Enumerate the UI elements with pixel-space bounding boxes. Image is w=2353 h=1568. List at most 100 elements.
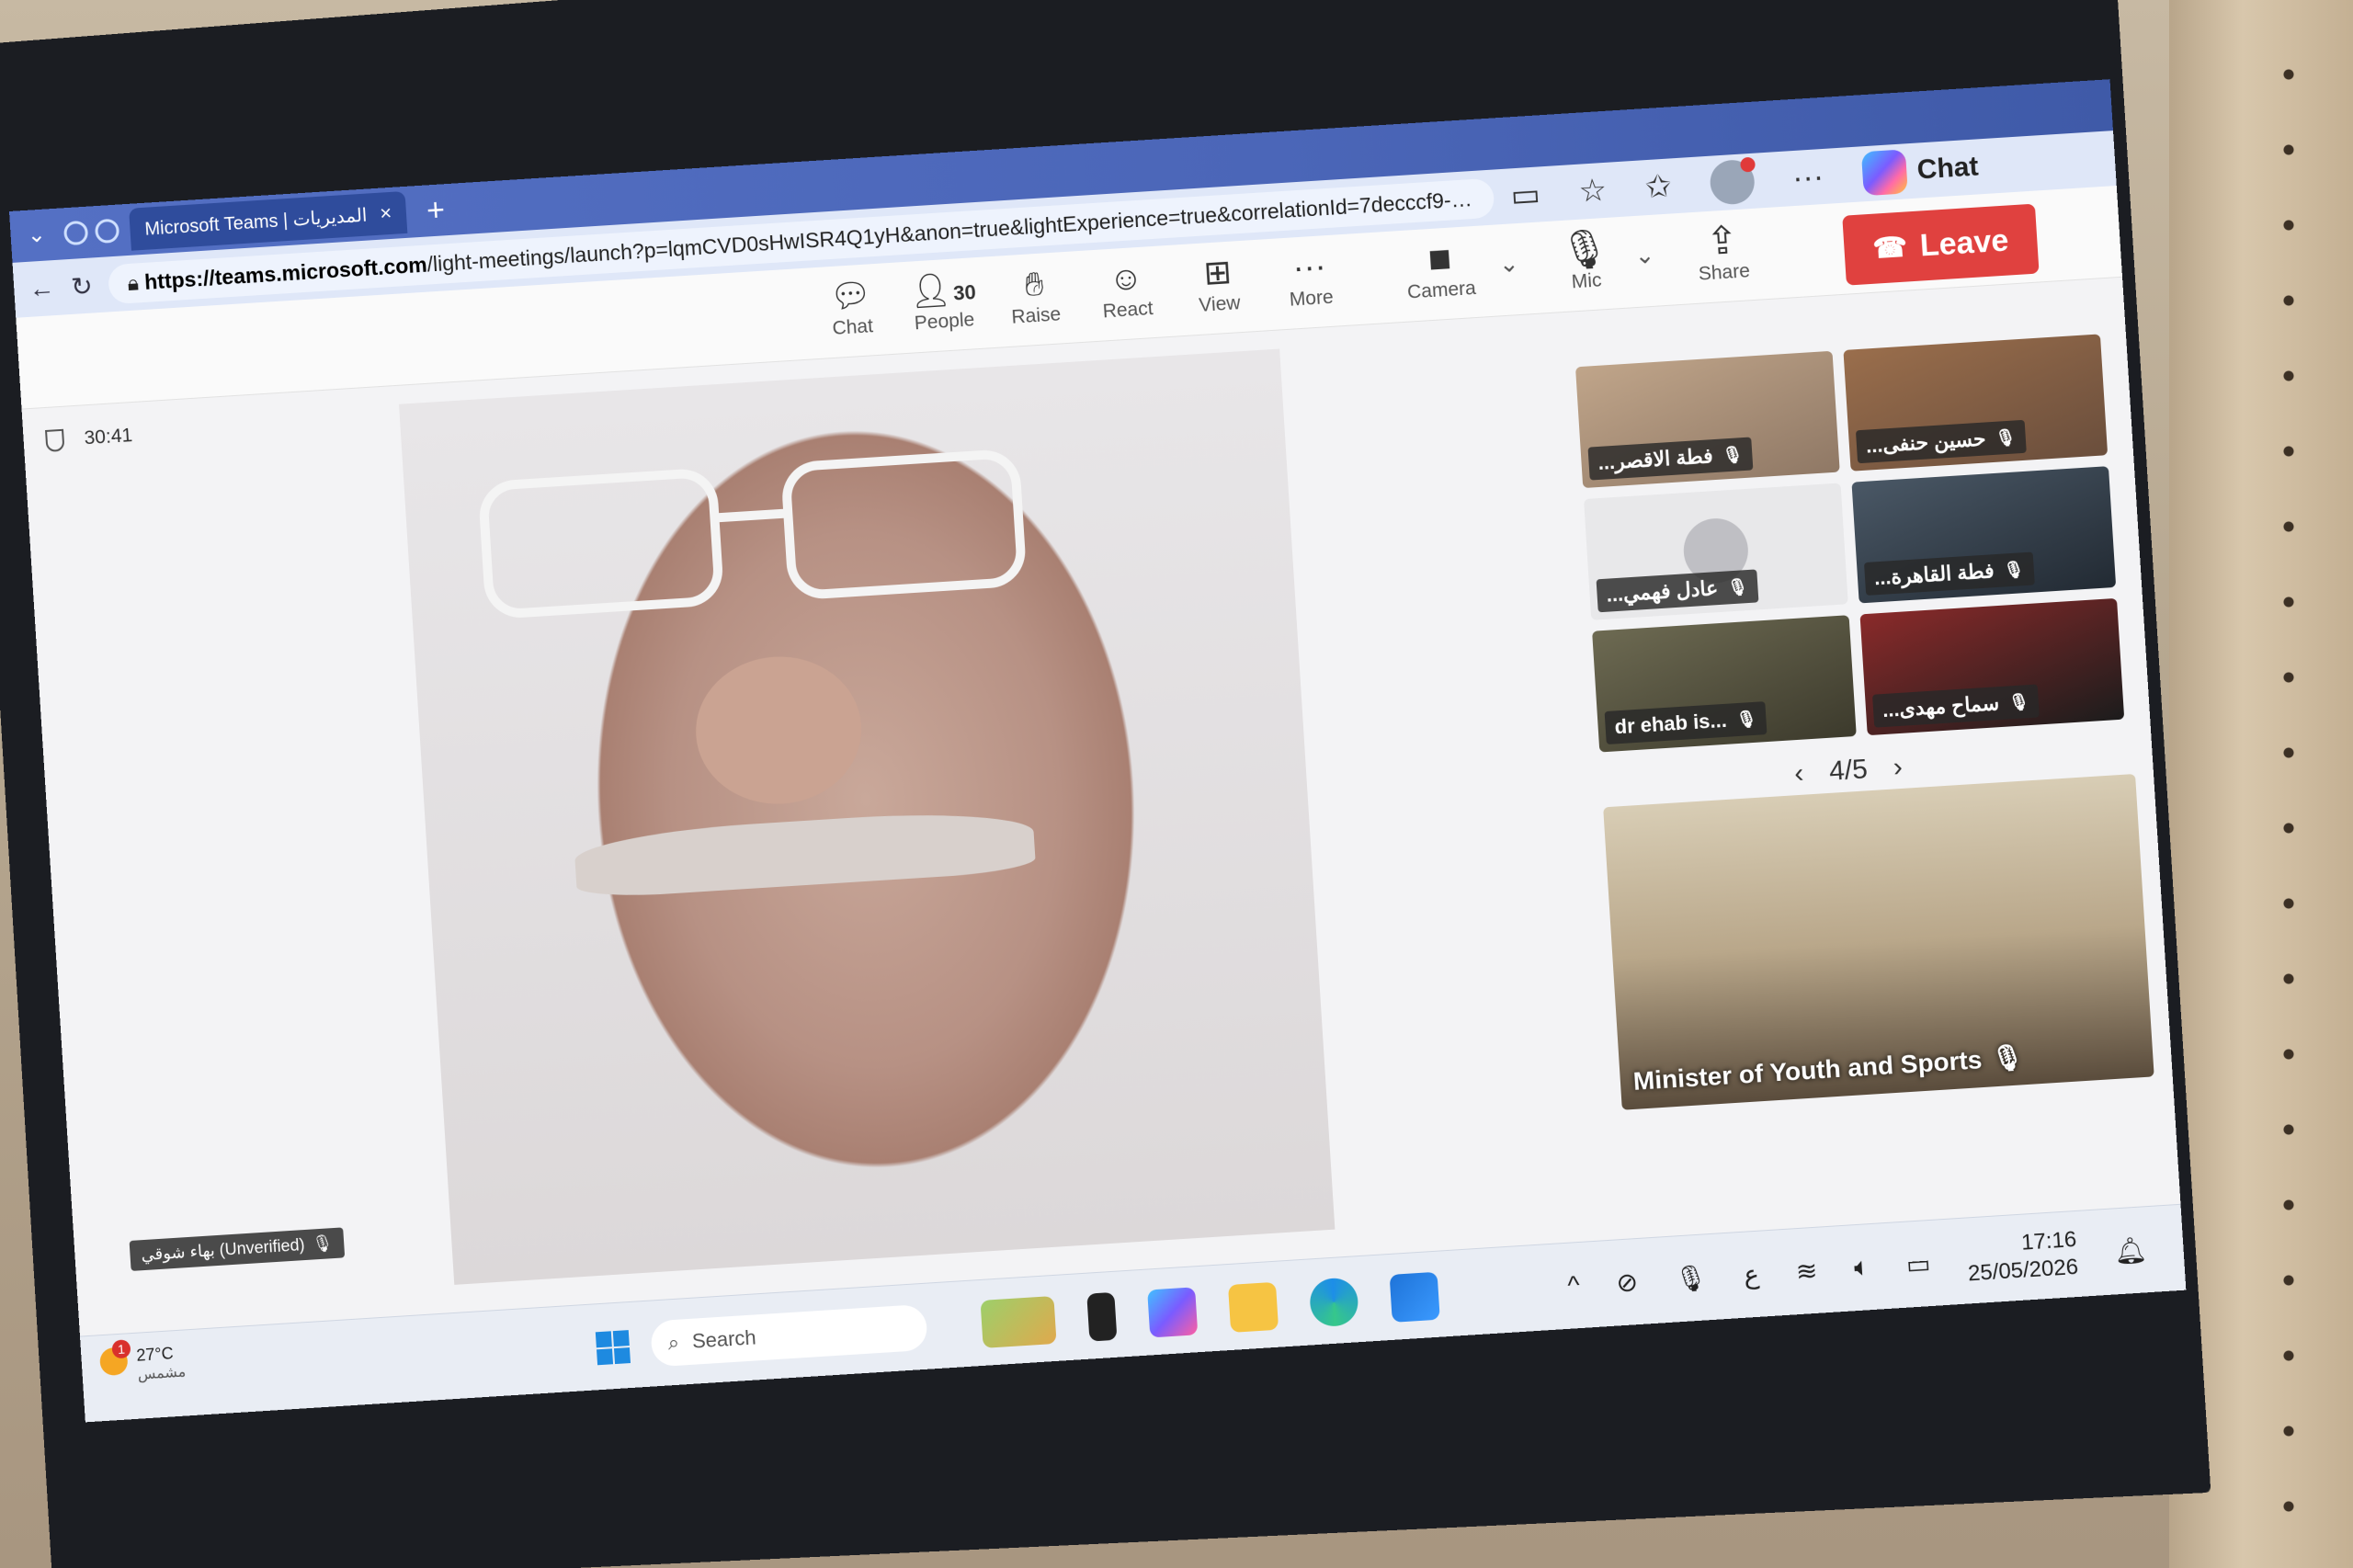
more-button[interactable]: ··· More xyxy=(1264,243,1356,312)
video-glasses-right xyxy=(779,448,1028,601)
weather-widget[interactable]: 1 27°C مشمس xyxy=(98,1339,187,1386)
microphone-tray-icon[interactable]: 🎙︎ xyxy=(1674,1262,1709,1294)
participant-gallery: ...فطة الاقصر 🎙︎ ...حسين حنفى 🎙︎ ...عادل ف… xyxy=(1574,334,2131,753)
participant-tile[interactable]: ...عادل فهمي 🎙︎ xyxy=(1584,483,1848,620)
more-options-icon[interactable]: ··· xyxy=(1791,159,1824,197)
language-indicator[interactable]: ع xyxy=(1743,1258,1760,1290)
mic-icon: 🎙︎ xyxy=(1726,576,1749,597)
mic-options-chevron-icon[interactable]: ⌄ xyxy=(1634,241,1656,270)
notifications-bell-icon[interactable]: 🔔︎ xyxy=(2113,1234,2148,1267)
new-tab-button[interactable]: + xyxy=(426,192,446,229)
featured-participant-tile[interactable]: Minister of Youth and Sports 🎙︎ xyxy=(1603,773,2154,1110)
react-button[interactable]: ☺ React xyxy=(1081,255,1173,324)
mic-icon: 🎙︎ xyxy=(2002,559,2025,580)
url-host: https://teams.microsoft.com xyxy=(143,252,428,294)
edge-browser-icon[interactable] xyxy=(1308,1277,1359,1328)
tab-list-chevron-icon[interactable]: ⌄ xyxy=(19,218,54,253)
participant-tile[interactable]: dr ehab is... 🎙︎ xyxy=(1592,615,1857,753)
view-button[interactable]: ⊞ View xyxy=(1172,249,1264,319)
main-speaker-name: بهاء شوقي (Unverified) xyxy=(140,1235,306,1265)
taskbar-search[interactable]: ⌕ Search xyxy=(650,1303,928,1368)
mic-muted-icon: 🎙︎ xyxy=(1994,426,2017,448)
participant-name: ...حسين حنفى xyxy=(1865,426,1987,458)
participant-label: ...فطة الاقصر 🎙︎ xyxy=(1587,437,1754,481)
copilot-chat-button[interactable]: Chat xyxy=(1860,144,1980,197)
camera-options-chevron-icon[interactable]: ⌄ xyxy=(1498,249,1520,278)
participant-name: ...سماح مهدى xyxy=(1881,691,2000,722)
share-label: Share xyxy=(1698,260,1751,285)
sync-off-icon[interactable]: ⊘ xyxy=(1615,1267,1639,1298)
search-icon: ⌕ xyxy=(666,1330,680,1355)
raise-hand-button[interactable]: ✋︎ Raise xyxy=(989,260,1081,330)
mic-muted-icon: 🎙︎ xyxy=(311,1233,334,1254)
tab-title: Microsoft Teams | المديريات xyxy=(143,205,369,240)
participant-label: ...سماح مهدى 🎙︎ xyxy=(1872,684,2040,728)
back-arrow-icon[interactable]: ← xyxy=(28,273,55,304)
share-upload-icon: ⇪ xyxy=(1704,217,1740,264)
lock-icon: 🔒︎ xyxy=(126,269,146,295)
page-indicator: 4/5 xyxy=(1828,754,1869,787)
shield-icon xyxy=(45,428,65,452)
task-view-icon[interactable] xyxy=(1086,1291,1118,1342)
mic-icon: 🎙︎ xyxy=(1990,1042,2025,1074)
raise-hand-icon: ✋︎ xyxy=(1023,264,1045,303)
chat-button[interactable]: 💬︎ Chat xyxy=(805,272,897,342)
temperature: 27°C xyxy=(135,1344,175,1365)
store-app-icon[interactable] xyxy=(1389,1271,1440,1323)
chevron-up-icon[interactable]: ^ xyxy=(1566,1270,1580,1301)
participant-name: ...فطة الاقصر xyxy=(1597,444,1714,474)
participant-label: ...عادل فهمي 🎙︎ xyxy=(1596,569,1759,613)
people-button[interactable]: 👤︎30 People xyxy=(897,266,989,335)
chevron-left-icon[interactable]: ‹ xyxy=(1793,758,1804,790)
meeting-timer: 30:41 xyxy=(45,425,133,452)
grid-view-icon: ⊞ xyxy=(1202,252,1233,292)
mic-icon: 🎙︎ xyxy=(2007,691,2030,711)
camera-button[interactable]: ■ Camera xyxy=(1383,234,1497,305)
mic-icon: 🎙︎ xyxy=(1735,709,1758,729)
share-button[interactable]: ⇪ Share xyxy=(1677,217,1768,287)
m365-app-icon[interactable] xyxy=(1147,1287,1199,1338)
wall-dots xyxy=(2279,37,2298,1553)
favorite-star-icon[interactable]: ☆ xyxy=(1577,172,1608,210)
participant-tile[interactable]: ...سماح مهدى 🎙︎ xyxy=(1859,597,2125,736)
participant-tile[interactable]: ...فطة القاهرة 🎙︎ xyxy=(1851,466,2117,604)
people-count: 30 xyxy=(952,280,977,305)
notification-badge: 1 xyxy=(111,1339,131,1359)
file-explorer-icon[interactable] xyxy=(1227,1281,1279,1333)
main-speaker-label: بهاء شوقي (Unverified) 🎙︎ xyxy=(129,1227,346,1271)
chat-label: Chat xyxy=(831,315,874,339)
video-glasses-left xyxy=(477,467,725,620)
volume-icon[interactable]: 🔈︎ xyxy=(1853,1252,1870,1283)
video-glasses-bridge xyxy=(719,508,784,523)
participant-tile[interactable]: ...حسين حنفى 🎙︎ xyxy=(1843,334,2109,472)
windows-start-icon[interactable] xyxy=(595,1330,631,1366)
participant-tile[interactable]: ...فطة الاقصر 🎙︎ xyxy=(1574,350,1840,489)
widgets-app-icon[interactable] xyxy=(980,1295,1057,1348)
profile-avatar-icon[interactable] xyxy=(1708,158,1756,206)
leave-button[interactable]: ☎ Leave xyxy=(1842,203,2040,286)
date: 25/05/2026 xyxy=(1967,1254,2079,1287)
clock[interactable]: 17:16 25/05/2026 xyxy=(1965,1226,2079,1288)
battery-icon[interactable]: ▭ xyxy=(1905,1248,1931,1280)
recording-tab-icon xyxy=(94,218,120,244)
wifi-icon[interactable]: ≋ xyxy=(1795,1255,1818,1286)
microphone-icon: 🎙︎ xyxy=(1558,225,1611,273)
search-placeholder: Search xyxy=(691,1325,757,1353)
favorites-list-icon[interactable]: ✩ xyxy=(1644,167,1673,206)
chevron-right-icon[interactable]: › xyxy=(1893,752,1904,784)
tab-close-icon[interactable]: × xyxy=(380,201,392,226)
main-speaker-video xyxy=(399,348,1336,1285)
participant-name: ...عادل فهمي xyxy=(1605,576,1719,607)
camera-icon: ■ xyxy=(1427,235,1453,281)
timer-text: 30:41 xyxy=(83,425,133,449)
screen: ⌄ Microsoft Teams | المديريات × + ← ↻ 🔒︎… xyxy=(9,79,2187,1423)
participant-label: dr ehab is... 🎙︎ xyxy=(1604,701,1768,745)
video-camera-icon[interactable]: ▭ xyxy=(1509,176,1541,214)
more-label: More xyxy=(1289,286,1335,311)
copilot-label: Chat xyxy=(1915,151,1980,186)
mic-label: Mic xyxy=(1571,269,1603,293)
mic-button[interactable]: 🎙︎ Mic xyxy=(1540,225,1631,295)
weather-condition: مشمس xyxy=(137,1364,187,1383)
refresh-icon[interactable]: ↻ xyxy=(70,270,93,301)
featured-name: Minister of Youth and Sports xyxy=(1631,1044,1984,1096)
